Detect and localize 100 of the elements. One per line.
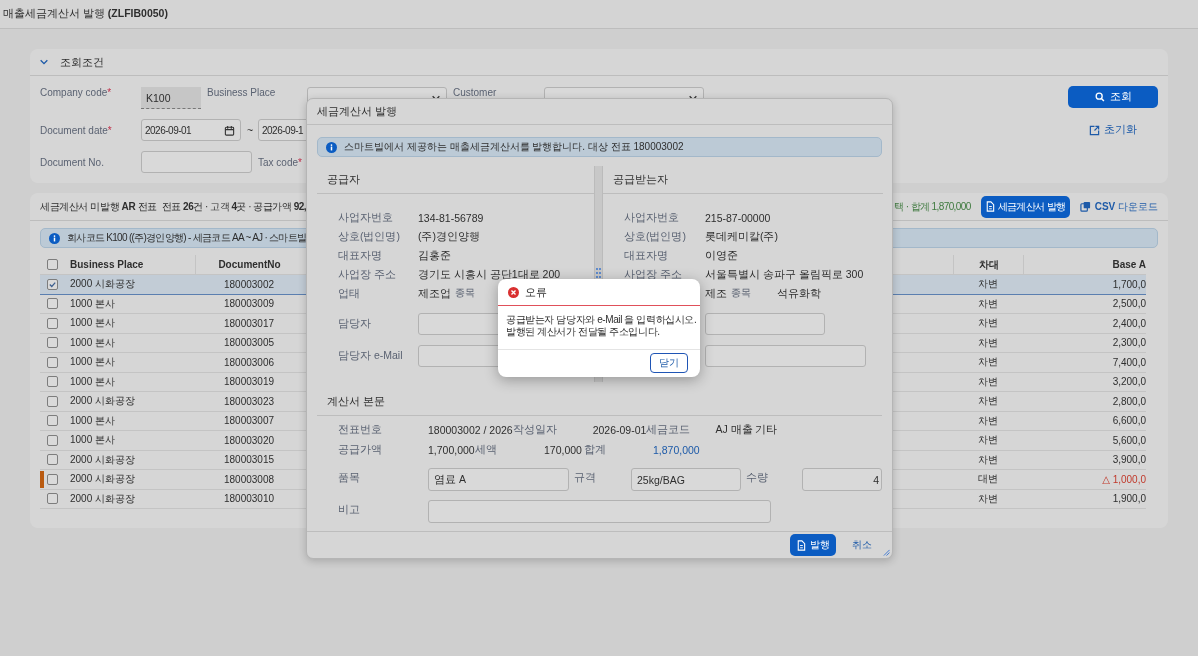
field-value: 1,700,000 bbox=[428, 444, 475, 456]
table-cell-text: 1000 본사 bbox=[69, 413, 117, 428]
table-cell-text: 1000 본사 bbox=[69, 335, 117, 350]
table-cell-text: 2,800,0 bbox=[1111, 395, 1146, 407]
field-value: 2026-09-01 bbox=[592, 424, 647, 436]
table-cell-text: 180003015 bbox=[222, 454, 276, 466]
table-cell-text: 차변 bbox=[977, 355, 999, 370]
range-separator: ~ bbox=[247, 124, 252, 136]
table-cell-text: 차변 bbox=[977, 335, 999, 350]
table-cell-text: 1000 본사 bbox=[69, 316, 117, 331]
field-label: Business Place bbox=[207, 86, 277, 98]
popup-title: 오류 bbox=[525, 284, 547, 300]
field-label: 사업장 주소 bbox=[338, 267, 397, 282]
field-label: 비고 bbox=[338, 502, 361, 517]
field-value: 롯데케미칼(주) bbox=[705, 229, 778, 244]
page-title: 매출세금계산서 발행 (ZLFIB0050) bbox=[3, 7, 168, 21]
table-cell-text: 180003017 bbox=[222, 317, 276, 329]
table-cell-text: 1000 본사 bbox=[69, 355, 117, 370]
section-title: 공급받는자 bbox=[603, 166, 883, 194]
field-label: 수량 bbox=[746, 470, 769, 485]
table-cell-text: 180003023 bbox=[222, 395, 276, 407]
table-cell-text: 2000 시화공장 bbox=[69, 452, 137, 467]
table-cell-text: 180003008 bbox=[222, 473, 276, 485]
field-value: 1,870,000 bbox=[653, 444, 700, 456]
field-label: 상호(법인명) bbox=[338, 229, 401, 244]
dialog-title: 세금계산서 발행 bbox=[307, 99, 892, 125]
field-label: 합계 bbox=[584, 443, 607, 457]
table-cell-text: 차변 bbox=[977, 296, 999, 311]
table-cell-text: 2000 시화공장 bbox=[69, 472, 137, 487]
table-cell-text: △ 1,000,0 bbox=[1101, 473, 1146, 485]
field-label: 업태 bbox=[338, 286, 361, 301]
table-cell-text: 180003019 bbox=[222, 376, 276, 388]
table-summary: 전표 26건 · 고객 4곳 · 공급가액 92, bbox=[161, 199, 307, 214]
table-cell-text: 180003007 bbox=[222, 415, 276, 427]
table-cell-text: 180003010 bbox=[222, 493, 276, 505]
info-message: 회사코드 K100 ((주)경인양행) - 세금코드 AA ~ AJ · 스마트빌 bbox=[67, 231, 307, 245]
table-cell-text: 2000 시화공장 bbox=[69, 394, 137, 409]
field-value: (주)경인양행 bbox=[418, 229, 480, 244]
table-cell-text: 2,400,0 bbox=[1111, 317, 1146, 329]
field-label: 세금코드 bbox=[646, 423, 692, 437]
field-value: 170,000 bbox=[544, 444, 583, 456]
table-cell-text: 2,300,0 bbox=[1111, 337, 1146, 349]
table-cell-text: 차변 bbox=[977, 433, 999, 448]
field-value: 215-87-00000 bbox=[705, 211, 771, 224]
field-label: 전표번호 bbox=[338, 423, 383, 437]
table-cell-text: 1,900,0 bbox=[1111, 493, 1146, 505]
table-cell-text: 차변 bbox=[977, 374, 999, 389]
field-label: 종목 bbox=[731, 287, 752, 300]
table-cell-text: 차변 bbox=[977, 277, 999, 292]
field-value: AJ 매출 기타 bbox=[715, 423, 778, 437]
field-value: 석유화학 bbox=[777, 286, 821, 301]
table-cell-text: 차변 bbox=[977, 452, 999, 467]
table-cell-text: 3,200,0 bbox=[1111, 376, 1146, 388]
table-cell-text: 차변 bbox=[977, 394, 999, 409]
field-label: Document date* bbox=[40, 124, 113, 136]
table-cell-text: 2000 시화공장 bbox=[69, 491, 137, 506]
field-value: 180003002 / 2026 bbox=[428, 424, 513, 436]
table-cell-text: 차변 bbox=[977, 413, 999, 428]
table-cell-text: 차변 bbox=[977, 491, 999, 506]
table-cell-text: 180003020 bbox=[222, 434, 276, 446]
field-value: 134-81-56789 bbox=[418, 211, 484, 224]
field-label: Company code* bbox=[40, 86, 113, 98]
table-cell-text: 대변 bbox=[977, 472, 999, 487]
section-title: 공급자 bbox=[317, 166, 594, 194]
field-label: Document No. bbox=[40, 156, 105, 168]
field-label: 사업자번호 bbox=[338, 210, 394, 225]
section-title: 조회조건 bbox=[60, 54, 104, 70]
field-label: 공급가액 bbox=[338, 443, 383, 457]
table-cell-text: 1000 본사 bbox=[69, 296, 117, 311]
field-label: 사업장 주소 bbox=[624, 267, 683, 282]
table-cell-text: 7,400,0 bbox=[1111, 356, 1146, 368]
table-cell-text: 3,900,0 bbox=[1111, 454, 1146, 466]
field-label: 담당자 e-Mail bbox=[338, 349, 404, 363]
field-value: 제조업 bbox=[418, 286, 451, 301]
field-label: 상호(법인명) bbox=[624, 229, 687, 244]
info-message: 스마트빌에서 제공하는 매출세금계산서를 발행합니다. 대상 전표 180003002 bbox=[344, 140, 684, 154]
field-label: 대표자명 bbox=[338, 248, 383, 263]
table-cell-text: 5,600,0 bbox=[1111, 434, 1146, 446]
field-label: 대표자명 bbox=[624, 248, 669, 263]
table-cell-text: 2000 시화공장 bbox=[69, 277, 137, 292]
table-cell-text: 2,500,0 bbox=[1111, 298, 1146, 310]
selection-total: 택 · 합계 1,870,000 bbox=[894, 199, 971, 214]
field-value: 이영준 bbox=[705, 248, 738, 263]
field-value: 경기도 시흥시 공단1대로 200 bbox=[418, 267, 561, 282]
field-label: Customer bbox=[453, 86, 498, 98]
field-label: 종목 bbox=[455, 287, 475, 300]
table-cell-text: 180003002 bbox=[222, 278, 276, 290]
table-cell-text: 1000 본사 bbox=[69, 374, 117, 389]
section-title: 계산서 본문 bbox=[317, 388, 882, 416]
field-label: 품목 bbox=[338, 470, 361, 485]
table-cell-text: 180003006 bbox=[222, 356, 276, 368]
field-label: 담당자 bbox=[338, 317, 372, 331]
field-label: 사업자번호 bbox=[624, 210, 680, 225]
field-label: Tax code* bbox=[258, 156, 303, 168]
table-cell-text: 1000 본사 bbox=[69, 433, 117, 448]
field-value: 서울특별시 송파구 올림픽로 300 bbox=[705, 267, 864, 282]
field-label: 규격 bbox=[574, 470, 597, 485]
table-cell-text: 180003005 bbox=[222, 337, 276, 349]
table-cell-text: 180003009 bbox=[222, 298, 276, 310]
table-cell-text: 6,600,0 bbox=[1111, 415, 1146, 427]
